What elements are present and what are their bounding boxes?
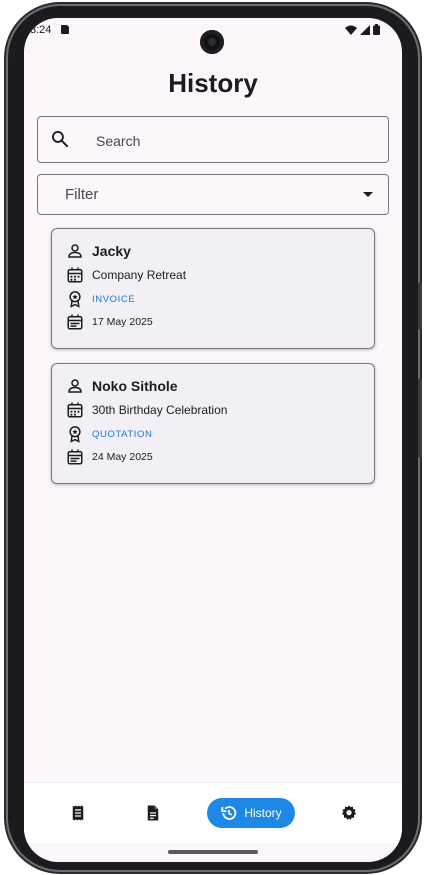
filter-label: Filter bbox=[65, 186, 99, 203]
nav-receipts[interactable] bbox=[63, 798, 93, 828]
search-input[interactable] bbox=[94, 117, 378, 164]
document-type: INVOICE bbox=[92, 293, 136, 305]
calendar-icon bbox=[67, 267, 83, 283]
signal-icon bbox=[360, 24, 370, 35]
history-icon bbox=[221, 806, 237, 820]
app-screen: 3:24 History Filter Jacky Company Retrea… bbox=[24, 18, 402, 862]
card-event-row: 30th Birthday Celebration bbox=[66, 401, 227, 419]
camera-cutout bbox=[200, 30, 224, 54]
card-name-row: Noko Sithole bbox=[66, 377, 178, 395]
nav-history-label: History bbox=[244, 806, 282, 820]
nav-history[interactable]: History bbox=[207, 798, 295, 828]
receipt-icon bbox=[72, 805, 84, 821]
event-date-icon bbox=[67, 314, 83, 330]
event-date-icon bbox=[67, 449, 83, 465]
battery-icon bbox=[373, 24, 380, 35]
chevron-down-icon bbox=[363, 192, 373, 197]
history-card[interactable]: Noko Sithole 30th Birthday Celebration Q… bbox=[51, 363, 375, 484]
document-icon bbox=[147, 805, 159, 821]
gear-icon bbox=[341, 805, 357, 821]
history-card[interactable]: Jacky Company Retreat INVOICE 17 May 202… bbox=[51, 228, 375, 349]
client-name: Jacky bbox=[92, 243, 131, 259]
event-date: 24 May 2025 bbox=[92, 451, 153, 463]
power-button bbox=[418, 282, 422, 330]
volume-button bbox=[418, 378, 422, 458]
card-date-row: 24 May 2025 bbox=[66, 448, 153, 466]
nav-settings[interactable] bbox=[334, 798, 364, 828]
wifi-icon bbox=[345, 25, 357, 35]
event-date: 17 May 2025 bbox=[92, 316, 153, 328]
award-icon bbox=[69, 291, 81, 308]
calendar-icon bbox=[67, 402, 83, 418]
status-icons bbox=[345, 24, 380, 35]
document-type: QUOTATION bbox=[92, 428, 153, 440]
card-name-row: Jacky bbox=[66, 242, 131, 260]
search-field[interactable] bbox=[37, 116, 389, 164]
card-date-row: 17 May 2025 bbox=[66, 313, 153, 331]
person-icon bbox=[68, 244, 82, 258]
nav-documents[interactable] bbox=[138, 798, 168, 828]
status-time: 3:24 bbox=[30, 24, 52, 36]
award-icon bbox=[69, 426, 81, 443]
card-type-row: QUOTATION bbox=[66, 425, 152, 443]
filter-dropdown[interactable]: Filter bbox=[37, 174, 389, 215]
sd-card-icon bbox=[61, 25, 69, 34]
person-icon bbox=[68, 379, 82, 393]
search-icon bbox=[52, 131, 69, 148]
bottom-navigation: History bbox=[24, 782, 402, 843]
home-indicator[interactable] bbox=[168, 850, 258, 854]
client-name: Noko Sithole bbox=[92, 378, 178, 394]
card-event-row: Company Retreat bbox=[66, 266, 186, 284]
event-name: 30th Birthday Celebration bbox=[92, 403, 228, 417]
card-type-row: INVOICE bbox=[66, 290, 135, 308]
page-title: History bbox=[168, 68, 258, 98]
event-name: Company Retreat bbox=[92, 268, 187, 282]
